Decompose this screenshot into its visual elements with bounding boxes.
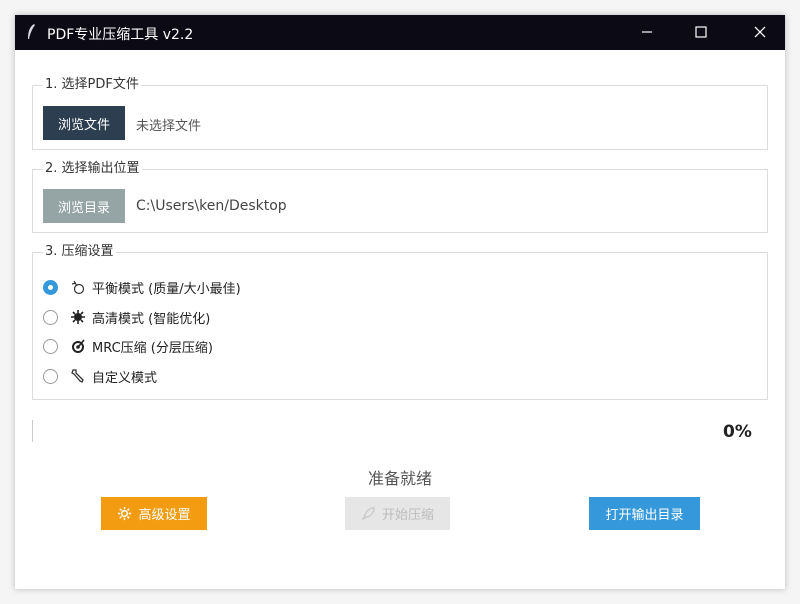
gear-icon [117,506,132,521]
close-icon [754,23,766,42]
browse-directory-button[interactable]: 浏览目录 [43,189,125,223]
output-location-group: 2. 选择输出位置 浏览目录 C:\Users\ken/Desktop [32,161,768,233]
progress-percent: 0% [723,422,752,442]
output-location-title: 2. 选择输出位置 [43,161,142,177]
start-compress-label: 开始压缩 [381,508,434,523]
radio-hd[interactable] [43,309,58,325]
radio-balanced[interactable] [43,279,58,295]
wrench-icon [70,368,86,384]
minimize-button[interactable] [624,15,670,50]
status-text: 准备就绪 [367,469,432,488]
window-title: PDF专业压缩工具 v2.2 [47,27,194,43]
file-select-group: 1. 选择PDF文件 浏览文件 未选择文件 [32,77,768,150]
gear-sparkle-icon [70,309,86,325]
file-select-title: 1. 选择PDF文件 [43,77,141,93]
compression-settings-group: 3. 压缩设置 平衡模式 (质量/大小最佳) 高清模式 (智能优化) MRC压缩… [32,244,768,400]
mode-option-custom[interactable]: 自定义模式 [43,365,157,387]
mode-label-custom: 自定义模式 [92,370,158,386]
radio-custom[interactable] [43,368,58,384]
advanced-settings-label: 高级设置 [138,508,191,523]
balance-icon [70,279,86,295]
progress-bar [32,420,713,442]
minimize-icon [641,23,653,42]
selected-file-text: 未选择文件 [136,119,202,134]
radio-mrc[interactable] [43,338,58,354]
open-output-directory-button[interactable]: 打开输出目录 [589,497,700,530]
mode-option-mrc[interactable]: MRC压缩 (分层压缩) [43,335,213,357]
advanced-settings-button[interactable]: 高级设置 [101,497,207,530]
mode-option-hd[interactable]: 高清模式 (智能优化) [43,306,210,328]
start-compress-button[interactable]: 开始压缩 [345,497,450,530]
maximize-icon [695,23,707,42]
title-bar[interactable]: PDF专业压缩工具 v2.2 [15,15,785,50]
mode-label-balanced: 平衡模式 (质量/大小最佳) [92,281,241,297]
compression-settings-title: 3. 压缩设置 [43,244,116,260]
close-button[interactable] [737,15,783,50]
mode-label-mrc: MRC压缩 (分层压缩) [92,340,213,356]
mode-option-balanced[interactable]: 平衡模式 (质量/大小最佳) [43,276,241,298]
rocket-icon [361,506,376,521]
maximize-button[interactable] [678,15,724,50]
app-window: PDF专业压缩工具 v2.2 1. 选择PDF文件 浏览文件 未选择文件 2. … [15,15,785,589]
browse-file-button[interactable]: 浏览文件 [43,106,125,140]
feather-icon [26,23,36,41]
layers-icon [70,338,86,354]
mode-label-hd: 高清模式 (智能优化) [92,311,211,327]
output-path-text: C:\Users\ken/Desktop [136,198,287,214]
